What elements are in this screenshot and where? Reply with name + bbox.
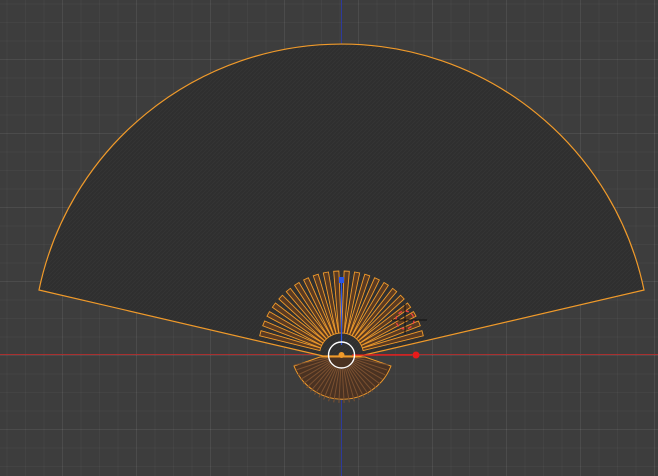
origin-dot[interactable] [338,352,345,358]
x-handle[interactable] [412,351,420,359]
viewport-scene[interactable] [0,0,658,476]
z-handle[interactable] [339,277,344,283]
3d-viewport[interactable] [0,0,658,476]
